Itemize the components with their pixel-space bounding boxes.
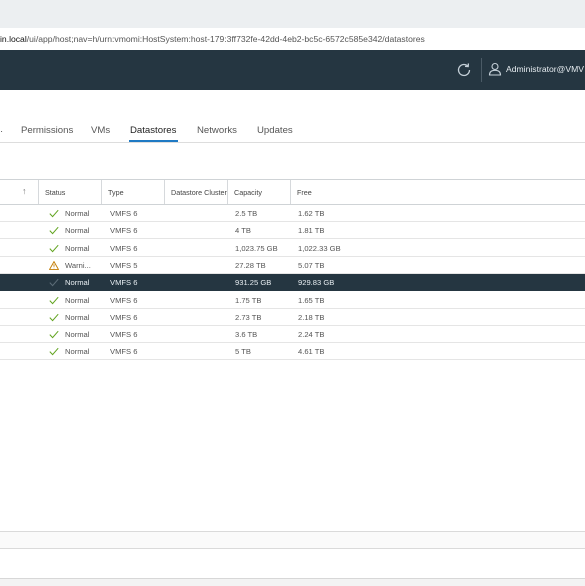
column-header-datastore-cluster[interactable]: Datastore Cluster <box>164 180 227 204</box>
type-cell: VMFS 6 <box>110 312 138 322</box>
capacity-cell: 2.5 TB <box>235 209 258 218</box>
free-cell: 1.65 TB <box>298 295 325 305</box>
check-icon <box>49 296 59 304</box>
type-cell: VMFS 6 <box>110 243 138 253</box>
free-cell: 1.62 TB <box>298 209 325 218</box>
check-icon <box>49 279 59 287</box>
status-cell: Warni... <box>65 260 91 270</box>
table-row[interactable]: Normal VMFS 6 2.73 TB 2.18 TB <box>0 309 585 326</box>
capacity-cell: 2.73 TB <box>235 312 262 322</box>
address-bar[interactable]: in.local/ui/app/host;nav=h/urn:vmomi:Hos… <box>0 28 585 51</box>
tab-overflow-edge: · <box>0 126 4 137</box>
free-cell: 2.24 TB <box>298 330 325 340</box>
active-tab-indicator <box>129 140 178 142</box>
capacity-cell: 4 TB <box>235 226 251 236</box>
capacity-cell: 3.6 TB <box>235 330 258 340</box>
tab-vms[interactable]: VMs <box>91 125 110 136</box>
address-host: in.local <box>0 34 27 44</box>
user-icon[interactable] <box>488 62 502 76</box>
refresh-icon[interactable] <box>455 61 473 79</box>
status-cell: Normal <box>65 209 90 218</box>
check-icon <box>49 244 59 252</box>
capacity-cell: 1,023.75 GB <box>235 243 278 253</box>
tab-datastores[interactable]: Datastores <box>130 125 176 136</box>
datastores-grid: ↑ Status Type Datastore Cluster Capacity… <box>0 179 585 365</box>
table-row[interactable]: Normal VMFS 6 2.5 TB 1.62 TB <box>0 205 585 222</box>
table-row[interactable]: Normal VMFS 6 3.6 TB 2.24 TB <box>0 326 585 344</box>
check-icon <box>49 209 59 218</box>
status-cell: Normal <box>65 347 90 357</box>
address-path: /ui/app/host;nav=h/urn:vmomi:HostSystem:… <box>26 34 425 44</box>
status-cell: Normal <box>65 295 90 305</box>
app-header: Administrator@VMV <box>0 50 585 90</box>
grid-header: ↑ Status Type Datastore Cluster Capacity… <box>0 180 585 205</box>
capacity-cell: 27.28 TB <box>235 260 266 270</box>
tab-permissions[interactable]: Permissions <box>21 125 73 136</box>
capacity-cell: 931.25 GB <box>235 278 272 288</box>
free-cell: 2.18 TB <box>298 312 325 322</box>
column-header-type[interactable]: Type <box>101 180 164 204</box>
table-row[interactable]: Normal VMFS 6 931.25 GB 929.83 GB <box>0 274 585 292</box>
type-cell: VMFS 6 <box>110 226 138 236</box>
table-row[interactable]: Normal VMFS 6 4 TB 1.81 TB <box>0 222 585 240</box>
table-row[interactable]: Normal VMFS 6 5 TB 4.61 TB <box>0 343 585 361</box>
free-cell: 929.83 GB <box>298 278 335 288</box>
type-cell: VMFS 6 <box>110 347 138 357</box>
tab-networks[interactable]: Networks <box>197 125 237 136</box>
status-cell: Normal <box>65 226 90 236</box>
type-cell: VMFS 6 <box>110 330 138 340</box>
capacity-cell: 1.75 TB <box>235 295 262 305</box>
browser-tab-strip <box>0 0 585 29</box>
free-cell: 1,022.33 GB <box>298 243 341 253</box>
status-cell: Normal <box>65 330 90 340</box>
table-row[interactable]: Warni... VMFS 5 27.28 TB 5.07 TB <box>0 257 585 274</box>
type-cell: VMFS 5 <box>110 260 138 270</box>
check-icon <box>49 227 59 235</box>
object-tabs: Permissions VMs Datastores Networks Upda… <box>0 122 585 143</box>
table-row[interactable]: Normal VMFS 6 1.75 TB 1.65 TB <box>0 292 585 309</box>
column-header-free[interactable]: Free <box>290 180 585 204</box>
status-cell: Normal <box>65 312 90 322</box>
table-row[interactable]: Normal VMFS 6 1,023.75 GB 1,022.33 GB <box>0 240 585 257</box>
check-icon <box>49 348 59 356</box>
type-cell: VMFS 6 <box>110 295 138 305</box>
free-cell: 4.61 TB <box>298 347 325 357</box>
column-header-capacity[interactable]: Capacity <box>227 180 290 204</box>
tab-updates[interactable]: Updates <box>257 125 293 136</box>
user-menu[interactable]: Administrator@VMV <box>506 64 584 74</box>
status-cell: Normal <box>65 278 90 288</box>
capacity-cell: 5 TB <box>235 347 251 357</box>
status-cell: Normal <box>65 243 90 253</box>
check-icon <box>49 330 59 339</box>
grid-footer <box>0 531 585 549</box>
type-cell: VMFS 6 <box>110 209 138 218</box>
type-cell: VMFS 6 <box>110 278 138 288</box>
free-cell: 1.81 TB <box>298 226 325 236</box>
warning-icon <box>49 260 59 270</box>
column-header-status[interactable]: Status <box>38 180 101 204</box>
check-icon <box>49 313 59 322</box>
free-cell: 5.07 TB <box>298 260 325 270</box>
sort-ascending-icon[interactable]: ↑ <box>22 186 27 196</box>
header-divider <box>481 58 482 82</box>
